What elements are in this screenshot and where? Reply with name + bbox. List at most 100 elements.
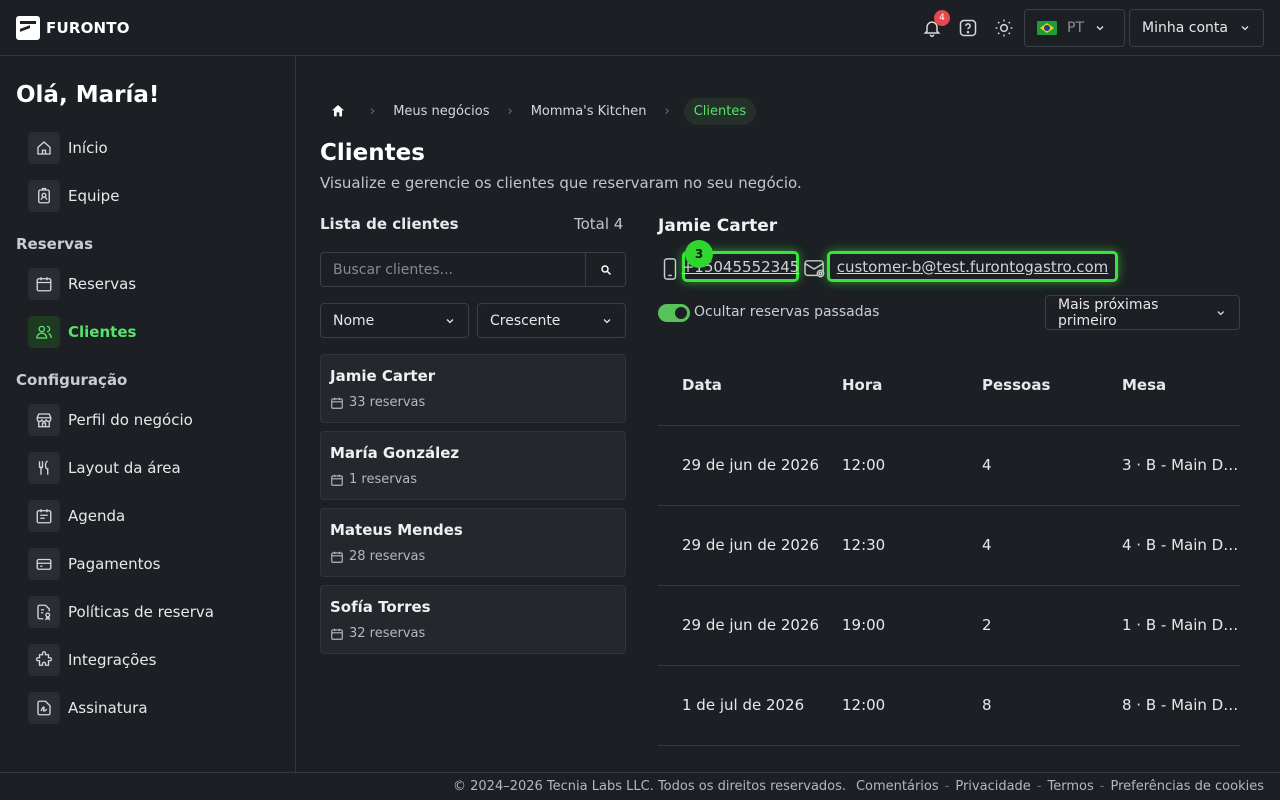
sidebar-item-label: Políticas de reserva: [68, 603, 214, 621]
search-button[interactable]: [585, 252, 626, 287]
sidebar-item-integracoes[interactable]: Integrações: [28, 644, 156, 676]
table-row[interactable]: 29 de jun de 2026 12:00 4 3 · B - Main D…: [658, 426, 1240, 506]
client-name: María González: [330, 444, 460, 462]
main-content: › Meus negócios › Momma's Kitchen › Clie…: [296, 56, 1280, 772]
sidebar-item-equipe[interactable]: Equipe: [28, 180, 119, 212]
search-icon: [600, 264, 611, 275]
cell-time: 19:00: [842, 616, 886, 634]
chevron-down-icon: [446, 318, 454, 323]
reservation-order-select[interactable]: Mais próximas primeiro: [1045, 295, 1240, 330]
users-icon: [28, 316, 60, 348]
notifications-button[interactable]: 4: [920, 10, 950, 40]
cell-date: 1 de jul de 2026: [682, 696, 805, 714]
search-input[interactable]: Buscar clientes...: [320, 252, 586, 287]
cell-time: 12:30: [842, 536, 886, 554]
calendar-icon: [28, 268, 60, 300]
client-card-mateus-mendes[interactable]: Mateus Mendes 28 reservas: [320, 508, 626, 577]
reservations-table: Data Hora Pessoas Mesa 29 de jun de 2026…: [658, 346, 1240, 746]
language-label: PT: [1067, 20, 1084, 36]
theme-toggle-button[interactable]: [992, 16, 1016, 40]
sidebar-item-agenda[interactable]: Agenda: [28, 500, 125, 532]
cell-people: 4: [982, 536, 992, 554]
breadcrumb-home[interactable]: [320, 96, 356, 126]
sidebar-item-label: Pagamentos: [68, 555, 161, 573]
sidebar-item-politicas[interactable]: Políticas de reserva: [28, 596, 214, 628]
breadcrumb-item[interactable]: Momma's Kitchen: [527, 104, 651, 119]
footer-separator: -: [1036, 779, 1042, 794]
cell-table: 1 · B - Main Dining: [1122, 616, 1240, 634]
footer-link-termos[interactable]: Termos: [1048, 779, 1094, 794]
cell-date: 29 de jun de 2026: [682, 456, 820, 474]
column-header-hora[interactable]: Hora: [842, 376, 882, 394]
sidebar-item-inicio[interactable]: Início: [28, 132, 108, 164]
search-placeholder: Buscar clientes...: [333, 261, 453, 278]
client-name: Jamie Carter: [330, 367, 436, 385]
logo[interactable]: FURONTO: [16, 16, 130, 40]
section-title-configuracao: Configuração: [16, 371, 128, 389]
help-button[interactable]: [956, 16, 980, 40]
sidebar-item-reservas[interactable]: Reservas: [28, 268, 136, 300]
hide-past-toggle[interactable]: [658, 304, 690, 322]
utensils-icon: [28, 452, 60, 484]
reservation-order-value: Mais próximas primeiro: [1058, 296, 1159, 329]
page-title: Clientes: [320, 140, 425, 166]
cell-time: 12:00: [842, 456, 886, 474]
sort-field-value: Nome: [333, 312, 375, 329]
column-header-data[interactable]: Data: [682, 376, 722, 394]
client-card-maria-gonzalez[interactable]: María González 1 reservas: [320, 431, 626, 500]
section-title-reservas: Reservas: [16, 235, 94, 253]
footer-link-cookies[interactable]: Preferências de cookies: [1110, 779, 1264, 794]
column-header-pessoas[interactable]: Pessoas: [982, 376, 1050, 394]
account-menu-button[interactable]: Minha conta: [1129, 9, 1264, 47]
chevron-down-icon: [1241, 26, 1249, 31]
client-name: Mateus Mendes: [330, 521, 463, 539]
sun-icon: [995, 19, 1013, 37]
footer-copyright: © 2024–2026 Tecnia Labs LLC. Todos os di…: [453, 779, 847, 794]
page-subtitle: Visualize e gerencie os clientes que res…: [320, 174, 802, 192]
chevron-right-icon: ›: [507, 103, 513, 119]
footer-link-comentarios[interactable]: Comentários: [856, 779, 939, 794]
client-list-total: Total 4: [574, 215, 624, 233]
footer-separator: -: [1099, 779, 1105, 794]
sort-order-select[interactable]: Crescente: [477, 303, 626, 338]
chevron-right-icon: ›: [370, 103, 376, 119]
client-name: Sofía Torres: [330, 598, 431, 616]
sidebar-item-clientes[interactable]: Clientes: [28, 316, 136, 348]
table-row[interactable]: 29 de jun de 2026 19:00 2 1 · B - Main D…: [658, 586, 1240, 666]
client-reservations: 32 reservas: [330, 626, 425, 641]
sidebar-item-label: Assinatura: [68, 699, 148, 717]
home-icon: [332, 105, 344, 117]
signature-icon: [28, 692, 60, 724]
sidebar-item-perfil[interactable]: Perfil do negócio: [28, 404, 193, 436]
client-card-jamie-carter[interactable]: Jamie Carter 33 reservas: [320, 354, 626, 423]
sort-field-select[interactable]: Nome: [320, 303, 469, 338]
top-bar: FURONTO 4 PT Minha conta: [0, 0, 1280, 56]
calendar-icon: [331, 474, 343, 486]
puzzle-icon: [28, 644, 60, 676]
sidebar-item-layout[interactable]: Layout da área: [28, 452, 181, 484]
column-header-mesa[interactable]: Mesa: [1122, 376, 1166, 394]
client-reservations-count: 33 reservas: [349, 395, 426, 410]
sidebar-item-assinatura[interactable]: Assinatura: [28, 692, 148, 724]
client-email-link[interactable]: customer-b@test.furontogastro.com: [827, 251, 1118, 282]
sidebar-item-label: Início: [68, 139, 108, 157]
annotation-marker: 3: [685, 240, 713, 268]
sidebar-item-label: Reservas: [68, 275, 137, 293]
client-detail-name: Jamie Carter: [658, 216, 778, 236]
footer: © 2024–2026 Tecnia Labs LLC. Todos os di…: [0, 772, 1280, 800]
breadcrumb-current: Clientes: [683, 97, 757, 125]
table-row[interactable]: 1 de jul de 2026 12:00 8 8 · B - Main Di…: [658, 666, 1240, 746]
table-row[interactable]: 29 de jun de 2026 12:30 4 4 · B - Main D…: [658, 506, 1240, 586]
calendar-icon: [331, 628, 343, 640]
language-select[interactable]: PT: [1024, 9, 1125, 47]
sidebar-item-pagamentos[interactable]: Pagamentos: [28, 548, 161, 580]
footer-link-privacidade[interactable]: Privacidade: [955, 779, 1030, 794]
brazil-flag-icon: [1037, 21, 1057, 35]
cell-people: 2: [982, 616, 992, 634]
client-card-sofia-torres[interactable]: Sofía Torres 32 reservas: [320, 585, 626, 654]
policy-icon: [28, 596, 60, 628]
sidebar-item-label: Perfil do negócio: [68, 411, 193, 429]
notification-count-badge: 4: [934, 10, 950, 26]
breadcrumb-item[interactable]: Meus negócios: [389, 104, 493, 119]
sidebar-item-label: Agenda: [68, 507, 126, 525]
